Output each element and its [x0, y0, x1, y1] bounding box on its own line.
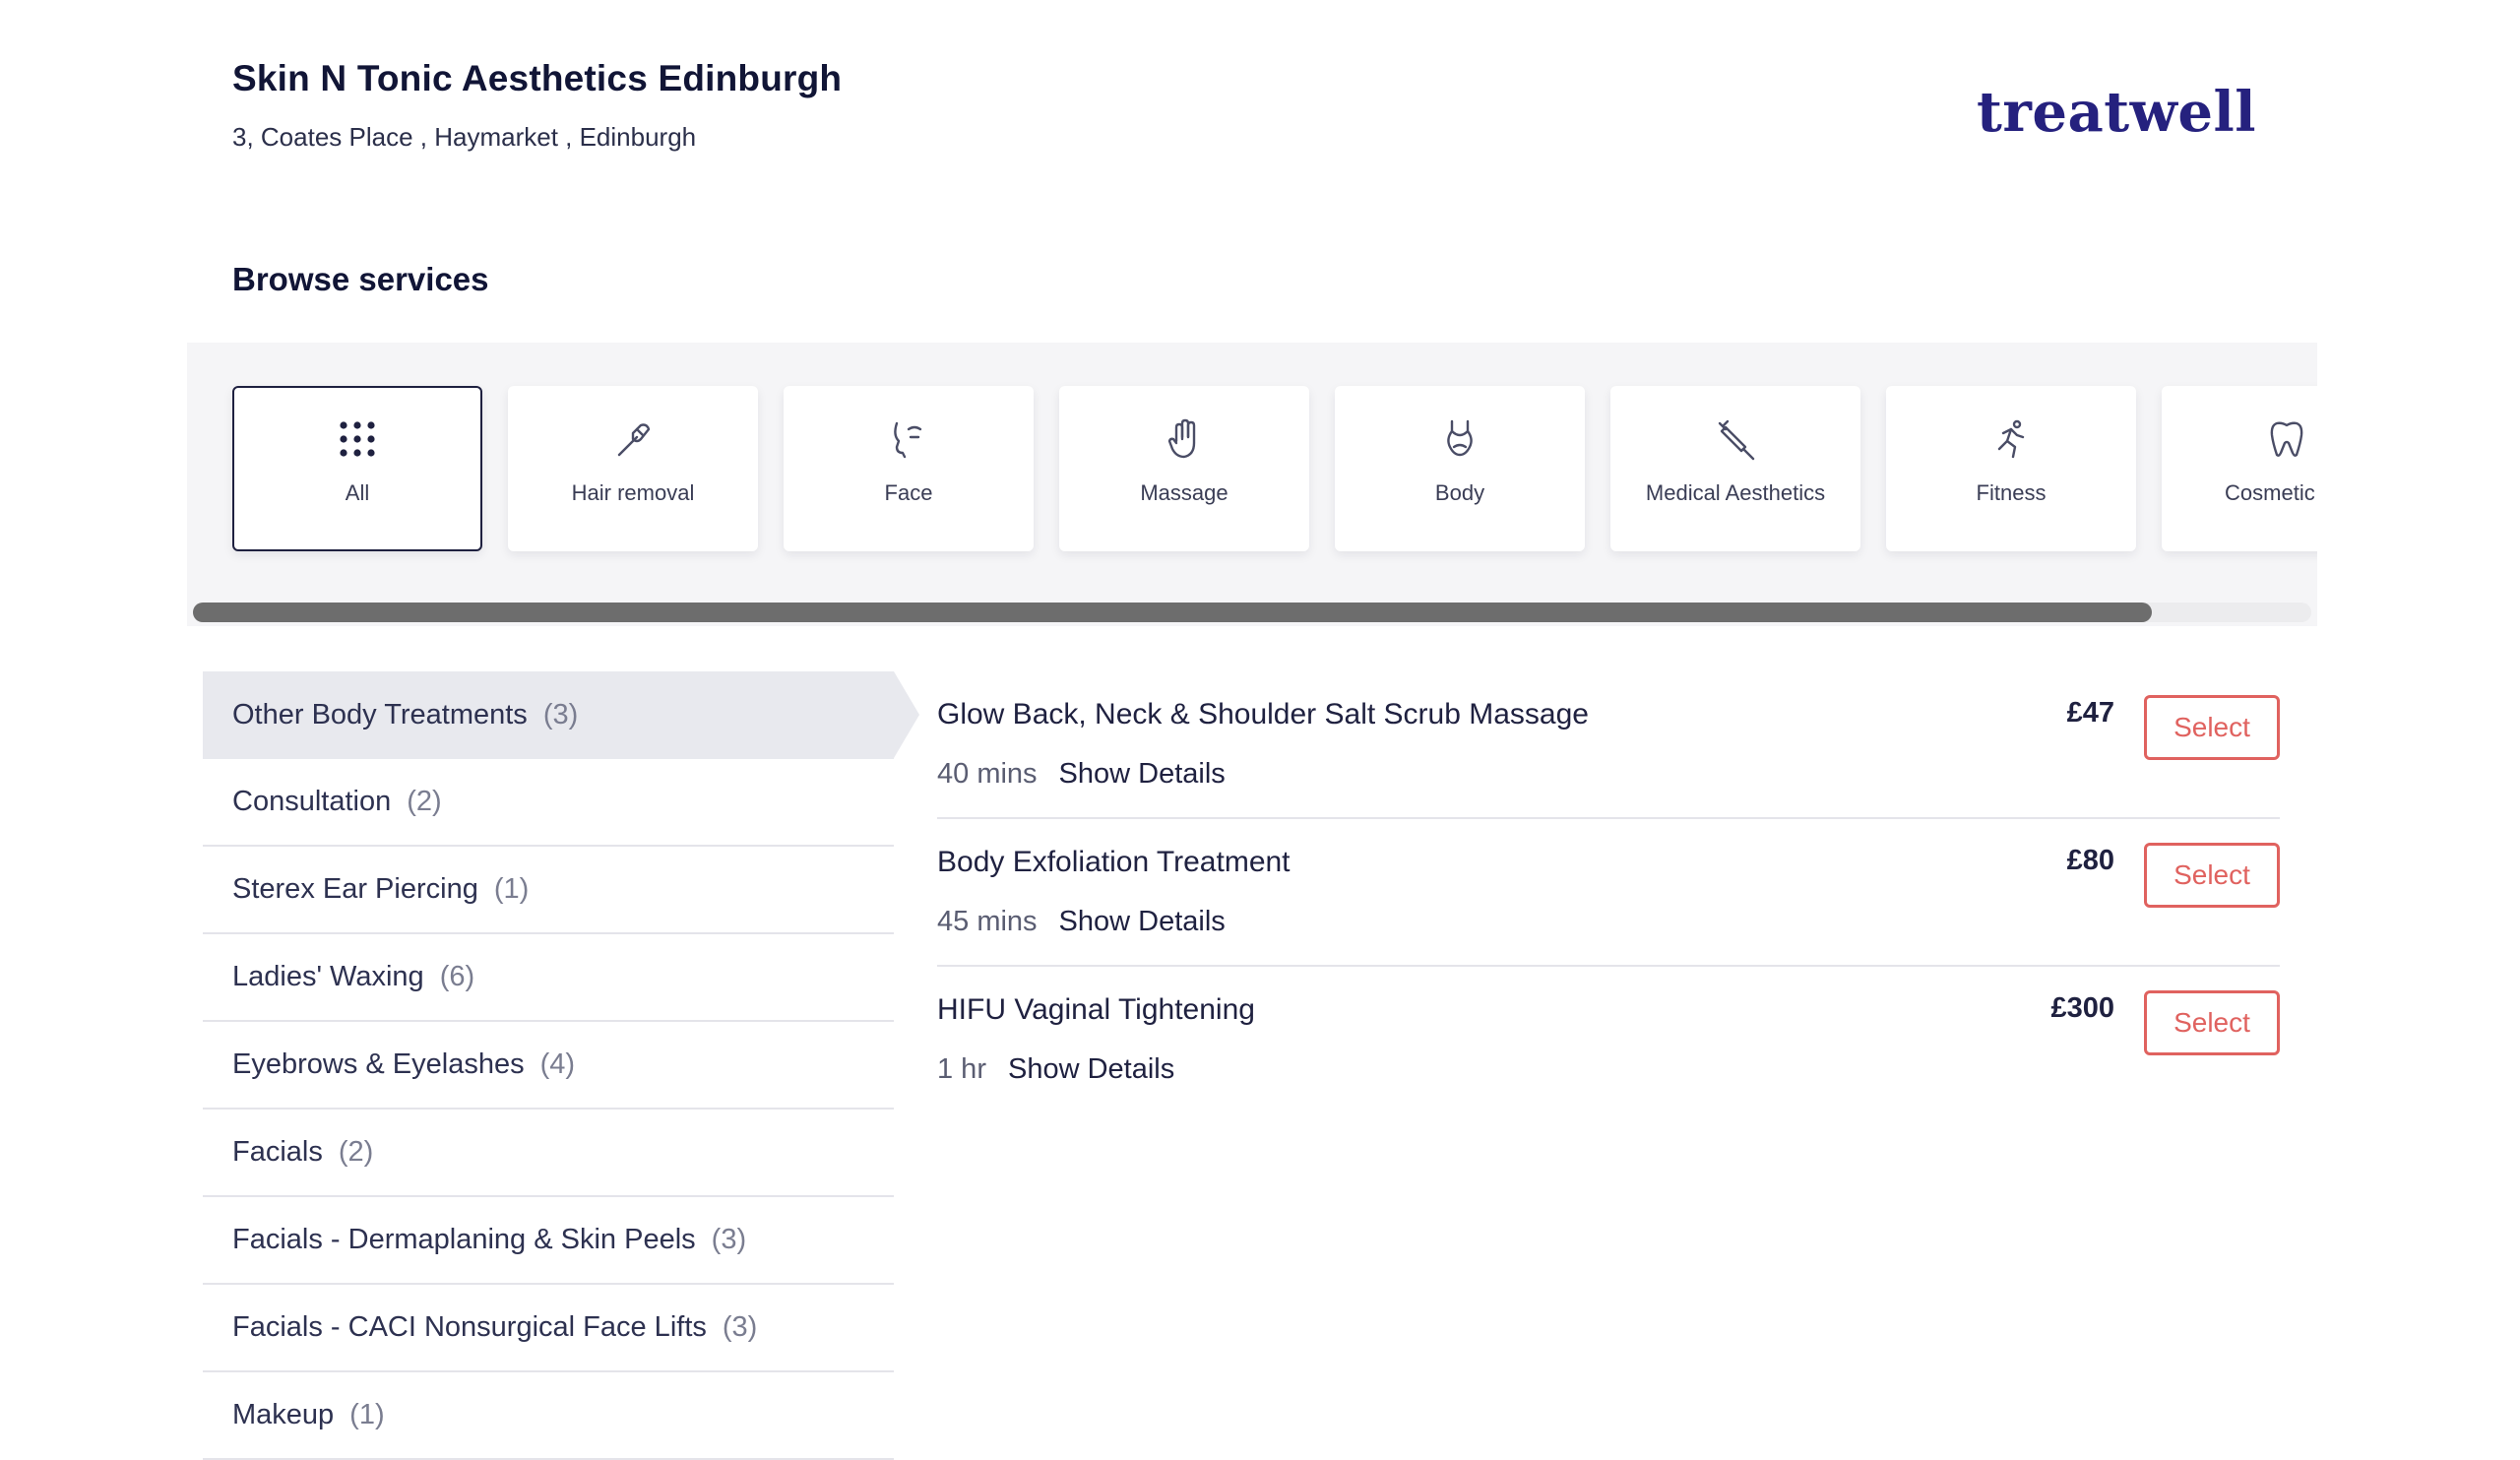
face-profile-icon [887, 417, 930, 461]
category-card-fitness[interactable]: Fitness [1886, 386, 2136, 551]
menu-item-label: Facials [232, 1136, 323, 1168]
category-card-cosmetic-dentistry[interactable]: Cosmetic De [2162, 386, 2317, 551]
menu-item[interactable]: Eyebrows & Eyelashes (4) [203, 1022, 894, 1110]
category-card-hair-removal[interactable]: Hair removal [508, 386, 758, 551]
menu-item-count: (3) [711, 1224, 747, 1255]
service-name: Body Exfoliation Treatment [937, 846, 1291, 878]
service-name: HIFU Vaginal Tightening [937, 993, 1255, 1026]
menu-item[interactable]: Facials - Dermaplaning & Skin Peels (3) [203, 1197, 894, 1285]
menu-item[interactable]: Facials - CACI Nonsurgical Face Lifts (3) [203, 1285, 894, 1372]
show-details-link[interactable]: Show Details [1059, 906, 1226, 937]
category-label: Face [884, 480, 933, 505]
menu-item-label: Ladies' Waxing [232, 961, 424, 992]
venue-title: Skin N Tonic Aesthetics Edinburgh [232, 58, 843, 98]
service-duration: 40 mins [937, 758, 1038, 790]
menu-item-label: Consultation [232, 786, 392, 817]
running-person-icon [1989, 417, 2033, 461]
category-card-medical-aesthetics[interactable]: Medical Aesthetics [1610, 386, 1860, 551]
menu-item-count: (3) [722, 1311, 758, 1343]
menu-item[interactable]: Other Body Treatments (3) [203, 671, 919, 759]
service-row: HIFU Vaginal Tightening 1 hr Show Details… [937, 967, 2280, 1114]
venue-address: 3, Coates Place , Haymarket , Edinburgh [232, 122, 697, 152]
service-meta: 45 mins Show Details [937, 902, 1226, 941]
menu-item[interactable]: Facials (2) [203, 1110, 894, 1197]
menu-item-label: Makeup [232, 1399, 335, 1430]
browse-services-heading: Browse services [232, 261, 489, 297]
category-scrollbar[interactable] [193, 603, 2311, 622]
category-label: Body [1434, 480, 1485, 505]
tooth-icon [2265, 417, 2308, 461]
service-name: Glow Back, Neck & Shoulder Salt Scrub Ma… [937, 698, 1589, 730]
menu-item-count: (2) [338, 1136, 374, 1168]
service-list: Glow Back, Neck & Shoulder Salt Scrub Ma… [937, 671, 2280, 1114]
select-button[interactable]: Select [2144, 695, 2280, 760]
service-meta: 40 mins Show Details [937, 754, 1226, 793]
menu-item-count: (4) [539, 1048, 576, 1080]
select-button[interactable]: Select [2144, 843, 2280, 908]
category-label: Cosmetic De [2225, 480, 2317, 505]
menu-item-count: (3) [542, 699, 579, 730]
service-meta: 1 hr Show Details [937, 1049, 1174, 1089]
menu-item-label: Sterex Ear Piercing [232, 873, 478, 905]
service-row: Glow Back, Neck & Shoulder Salt Scrub Ma… [937, 671, 2280, 819]
category-carousel: All Hair removal Face Massage Body Medic… [187, 343, 2317, 626]
category-label: Medical Aesthetics [1645, 480, 1826, 505]
service-duration: 1 hr [937, 1053, 986, 1085]
razor-icon [611, 417, 655, 461]
treatwell-logo[interactable]: treatwell [1977, 75, 2256, 150]
category-label: All [345, 480, 370, 505]
category-label: Fitness [1976, 480, 2047, 505]
service-row: Body Exfoliation Treatment 45 mins Show D… [937, 819, 2280, 967]
category-label: Hair removal [571, 480, 695, 505]
menu-item-count: (2) [407, 786, 442, 817]
service-price: £80 [2066, 845, 2114, 876]
menu-item[interactable]: Makeup (1) [203, 1372, 894, 1460]
menu-item-count: (1) [493, 873, 530, 905]
menu-item[interactable]: Ladies' Waxing (6) [203, 934, 894, 1022]
category-label: Massage [1140, 480, 1228, 505]
category-card-body[interactable]: Body [1335, 386, 1585, 551]
category-card-massage[interactable]: Massage [1059, 386, 1309, 551]
category-card-all[interactable]: All [232, 386, 482, 551]
menu-item-label: Other Body Treatments [232, 699, 528, 730]
show-details-link[interactable]: Show Details [1059, 758, 1226, 790]
select-button[interactable]: Select [2144, 990, 2280, 1055]
swimsuit-icon [1438, 417, 1481, 461]
venue-header: Skin N Tonic Aesthetics Edinburgh 3, Coa… [232, 55, 842, 154]
menu-item-count: (1) [349, 1399, 385, 1430]
service-category-menu: Other Body Treatments (3) Consultation (2)… [203, 671, 919, 1460]
syringe-icon [1714, 417, 1757, 461]
menu-item-label: Facials - CACI Nonsurgical Face Lifts [232, 1311, 707, 1343]
service-price: £300 [2050, 992, 2114, 1024]
menu-item[interactable]: Sterex Ear Piercing (1) [203, 847, 894, 934]
category-card-face[interactable]: Face [784, 386, 1034, 551]
menu-item-label: Eyebrows & Eyelashes [232, 1048, 525, 1080]
service-duration: 45 mins [937, 906, 1038, 937]
menu-item-label: Facials - Dermaplaning & Skin Peels [232, 1224, 696, 1255]
grid-dots-icon [336, 417, 379, 461]
category-scrollbar-thumb[interactable] [193, 603, 2152, 622]
service-price: £47 [2066, 697, 2114, 729]
menu-item[interactable]: Consultation (2) [203, 759, 894, 847]
show-details-link[interactable]: Show Details [1008, 1053, 1174, 1085]
menu-item-count: (6) [439, 961, 475, 992]
hand-icon [1163, 417, 1206, 461]
